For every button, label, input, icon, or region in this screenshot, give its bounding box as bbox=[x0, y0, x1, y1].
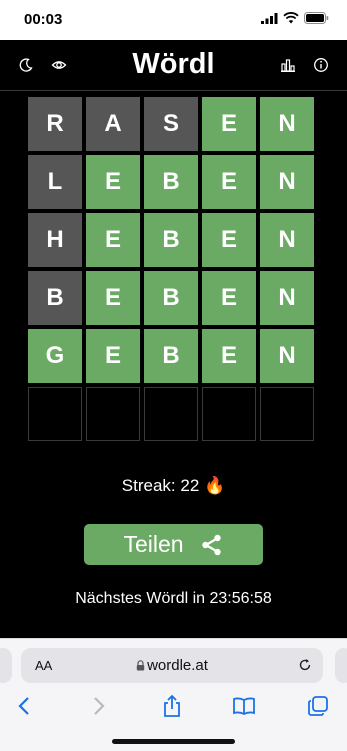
game-board: R A S E N L E B E N H E B E N B E B E N … bbox=[28, 97, 314, 441]
url-display[interactable]: wordle.at bbox=[21, 657, 323, 674]
tile bbox=[28, 387, 82, 441]
tile: L bbox=[28, 155, 82, 209]
wifi-icon bbox=[283, 12, 299, 24]
battery-icon bbox=[304, 12, 329, 24]
address-bar[interactable]: AA wordle.at bbox=[21, 648, 323, 683]
tile: B bbox=[28, 271, 82, 325]
signal-icon bbox=[261, 12, 278, 24]
next-wordl-countdown: Nächstes Wördl in 23:56:58 bbox=[75, 590, 272, 607]
book-icon bbox=[233, 697, 255, 716]
tile: G bbox=[28, 329, 82, 383]
share-button[interactable]: Teilen bbox=[84, 524, 263, 565]
share-sheet-button[interactable] bbox=[160, 694, 184, 718]
browser-toolbar: AA wordle.at bbox=[0, 638, 347, 751]
forward-chevron-icon bbox=[94, 697, 105, 715]
previous-tab-edge[interactable] bbox=[0, 648, 12, 683]
bookmarks-button[interactable] bbox=[232, 694, 256, 718]
tile: H bbox=[28, 213, 82, 267]
info-icon[interactable] bbox=[313, 57, 329, 73]
tile: E bbox=[202, 329, 256, 383]
tile: R bbox=[28, 97, 82, 151]
tile bbox=[202, 387, 256, 441]
app-header: Wördl bbox=[0, 40, 347, 90]
tile: E bbox=[86, 271, 140, 325]
tabs-icon bbox=[308, 696, 328, 716]
forward-button[interactable] bbox=[87, 694, 111, 718]
tile: N bbox=[260, 329, 314, 383]
tile: N bbox=[260, 155, 314, 209]
tile: E bbox=[202, 271, 256, 325]
share-label: Teilen bbox=[123, 531, 184, 557]
back-chevron-icon bbox=[18, 697, 29, 715]
tabs-button[interactable] bbox=[306, 694, 330, 718]
url-text: wordle.at bbox=[147, 657, 208, 674]
reload-icon[interactable] bbox=[298, 658, 312, 672]
tile: N bbox=[260, 213, 314, 267]
tile: B bbox=[144, 329, 198, 383]
tile: B bbox=[144, 271, 198, 325]
back-button[interactable] bbox=[12, 694, 36, 718]
share-sheet-icon bbox=[164, 694, 180, 717]
lock-icon bbox=[136, 660, 145, 671]
tile: S bbox=[144, 97, 198, 151]
tile: N bbox=[260, 97, 314, 151]
tile: E bbox=[86, 213, 140, 267]
status-icons bbox=[261, 12, 329, 24]
status-bar: 00:03 bbox=[0, 0, 347, 40]
home-indicator bbox=[112, 739, 235, 744]
tile bbox=[144, 387, 198, 441]
tile: E bbox=[86, 329, 140, 383]
status-time: 00:03 bbox=[24, 11, 63, 28]
tile: E bbox=[202, 213, 256, 267]
tile: E bbox=[202, 155, 256, 209]
stats-icon[interactable] bbox=[280, 57, 296, 73]
tile: E bbox=[86, 155, 140, 209]
next-tab-edge[interactable] bbox=[335, 648, 347, 683]
header-divider bbox=[0, 90, 347, 91]
share-icon bbox=[201, 534, 221, 555]
tile bbox=[260, 387, 314, 441]
tile: E bbox=[202, 97, 256, 151]
tile bbox=[86, 387, 140, 441]
tile: B bbox=[144, 213, 198, 267]
streak-text: Streak: 22 🔥 bbox=[121, 476, 226, 495]
tile: N bbox=[260, 271, 314, 325]
tile: B bbox=[144, 155, 198, 209]
tile: A bbox=[86, 97, 140, 151]
